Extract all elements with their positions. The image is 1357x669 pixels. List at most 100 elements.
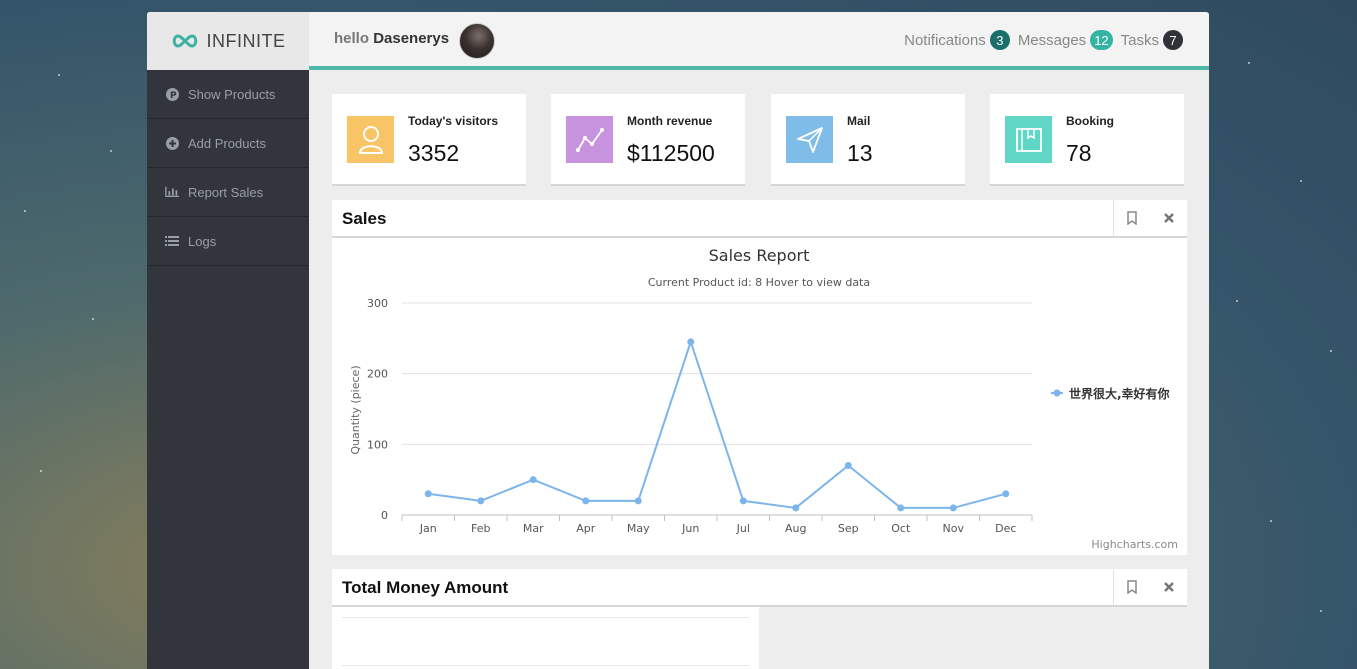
infinity-icon — [172, 34, 197, 48]
data-point[interactable] — [424, 490, 432, 498]
stat-label: Month revenue — [627, 114, 713, 128]
total-money-panel: Total Money Amount — [332, 569, 1187, 669]
chart-credits[interactable]: Highcharts.com — [1091, 538, 1178, 551]
app-window: INFINITE hello Dasenerys Notifications 3… — [147, 12, 1209, 669]
paper-plane-icon — [786, 116, 833, 163]
svg-text:P: P — [170, 91, 177, 101]
plus-circle-icon — [165, 136, 179, 150]
x-tick-label: Nov — [943, 522, 965, 535]
x-tick-label: Jan — [419, 522, 437, 535]
data-point[interactable] — [792, 504, 800, 512]
total-money-chart — [332, 607, 759, 669]
x-tick-label: Jun — [681, 522, 699, 535]
x-tick-label: Aug — [785, 522, 806, 535]
total-money-panel-header: Total Money Amount — [332, 569, 1187, 607]
sidebar: P Show Products Add Products Report Sale… — [147, 70, 309, 669]
sidebar-item-label: Report Sales — [188, 184, 264, 200]
sidebar-item-report-sales[interactable]: Report Sales — [147, 168, 309, 217]
messages-badge: 12 — [1090, 30, 1113, 50]
data-point[interactable] — [844, 462, 852, 470]
data-point[interactable] — [529, 476, 537, 484]
stat-card-visitors: Today's visitors 3352 — [332, 94, 526, 186]
x-tick-label: Sep — [838, 522, 859, 535]
stat-label: Mail — [847, 114, 871, 128]
brand-logo[interactable]: INFINITE — [147, 12, 309, 70]
x-tick-label: Oct — [891, 522, 911, 535]
username: Dasenerys — [373, 30, 450, 47]
y-tick-label: 200 — [367, 368, 388, 381]
stat-value: $112500 — [627, 140, 715, 166]
y-tick-label: 300 — [367, 297, 388, 310]
x-tick-label: May — [627, 522, 650, 535]
stat-value: 78 — [1066, 140, 1092, 166]
legend-entry: 世界很大,幸好有你 — [1069, 386, 1170, 401]
y-tick-label: 100 — [367, 438, 388, 451]
stat-label: Booking — [1066, 114, 1114, 128]
p-circle-icon: P — [165, 87, 179, 101]
messages-label: Messages — [1017, 31, 1087, 49]
x-tick-label: Dec — [995, 522, 1016, 535]
sidebar-item-label: Logs — [188, 233, 217, 249]
sidebar-item-label: Show Products — [188, 86, 276, 102]
y-axis-label: Quantity (piece) — [349, 365, 362, 454]
close-icon[interactable] — [1163, 581, 1175, 593]
avatar[interactable] — [459, 23, 495, 59]
sales-chart-svg: Sales Report Current Product id: 8 Hover… — [349, 246, 1178, 551]
chart-title: Sales Report — [709, 246, 810, 265]
x-tick-label: Mar — [523, 522, 544, 535]
bookmark-icon[interactable] — [1126, 580, 1138, 594]
tasks-label: Tasks — [1120, 31, 1159, 49]
stat-value: 13 — [847, 140, 873, 166]
notifications-badge: 3 — [989, 30, 1010, 50]
stat-card-booking: Booking 78 — [990, 94, 1184, 186]
trend-icon — [566, 116, 613, 163]
sidebar-item-label: Add Products — [188, 135, 267, 151]
user-greeting: hello Dasenerys — [334, 30, 449, 47]
panel-title: Sales — [342, 209, 387, 228]
x-tick-label: Jul — [736, 522, 750, 535]
bar-chart-icon — [165, 185, 179, 199]
data-point[interactable] — [687, 338, 695, 346]
data-point[interactable] — [1002, 490, 1010, 498]
data-point[interactable] — [634, 497, 642, 505]
top-bar: INFINITE hello Dasenerys Notifications 3… — [147, 12, 1209, 70]
panel-tools — [1113, 569, 1187, 605]
sidebar-item-logs[interactable]: Logs — [147, 217, 309, 266]
sidebar-item-add-products[interactable]: Add Products — [147, 119, 309, 168]
chart-subtitle: Current Product id: 8 Hover to view data — [648, 276, 870, 289]
main-content: Today's visitors 3352 Month revenue $112… — [309, 74, 1209, 669]
data-point[interactable] — [739, 497, 747, 505]
bookmark-icon[interactable] — [1126, 211, 1138, 225]
stat-value: 3352 — [408, 140, 460, 166]
sales-chart: Sales Report Current Product id: 8 Hover… — [332, 238, 1187, 553]
list-icon — [165, 234, 179, 248]
tasks-link[interactable]: Tasks 7 — [1121, 30, 1183, 50]
chart-legend[interactable]: 世界很大,幸好有你 — [1051, 386, 1170, 401]
notifications-link[interactable]: Notifications 3 — [904, 30, 1010, 50]
x-tick-label: Feb — [471, 522, 490, 535]
data-point[interactable] — [949, 504, 957, 512]
sidebar-item-show-products[interactable]: P Show Products — [147, 70, 309, 119]
data-point[interactable] — [582, 497, 590, 505]
brand-name: INFINITE — [206, 30, 286, 51]
x-tick-label: Apr — [576, 522, 596, 535]
notifications-label: Notifications — [904, 31, 986, 49]
sales-panel-header: Sales — [332, 200, 1187, 238]
tasks-badge: 7 — [1163, 30, 1183, 50]
stat-label: Today's visitors — [408, 114, 498, 128]
series-line — [428, 338, 1007, 509]
top-nav: Notifications 3 Messages 12 Tasks 7 — [904, 30, 1183, 50]
stat-card-revenue: Month revenue $112500 — [551, 94, 745, 186]
stat-card-mail: Mail 13 — [771, 94, 965, 186]
data-point[interactable] — [477, 497, 485, 505]
close-icon[interactable] — [1163, 212, 1175, 224]
y-tick-label: 0 — [381, 509, 388, 522]
greeting-text: hello — [334, 30, 370, 47]
user-icon — [347, 116, 394, 163]
panel-tools — [1113, 200, 1187, 236]
sales-panel: Sales Sales Report Current Product id: 8… — [332, 200, 1187, 555]
book-icon — [1005, 116, 1052, 163]
messages-link[interactable]: Messages 12 — [1018, 30, 1113, 50]
panel-title: Total Money Amount — [342, 578, 509, 597]
data-point[interactable] — [897, 504, 905, 512]
